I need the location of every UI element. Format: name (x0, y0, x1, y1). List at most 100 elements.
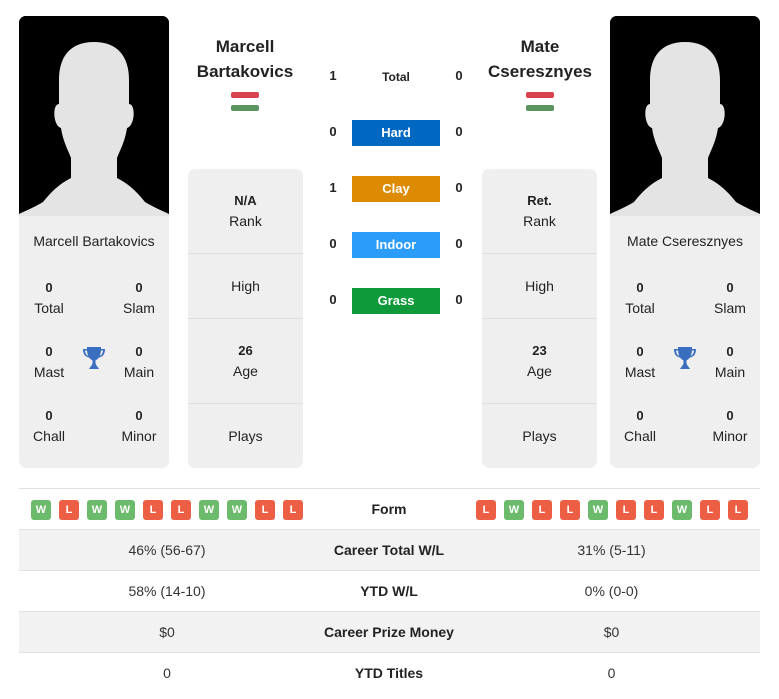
stat-value: 0 (135, 280, 143, 295)
player1-plays: Plays (188, 404, 303, 468)
player2-first-name: Mate (520, 37, 560, 56)
h2h-label-clay: Clay (352, 176, 440, 202)
player2-form-badge[interactable]: W (504, 500, 524, 520)
player1-titles-mast: 0 Mast (19, 342, 79, 382)
player1-titles-minor: 0 Minor (109, 406, 169, 446)
h2h-p1-indoor: 0 (329, 236, 337, 251)
player1-age: 26 Age (188, 319, 303, 404)
stat-label: Mast (624, 364, 656, 380)
silhouette-icon (610, 16, 760, 216)
career-wl-label: Career Total W/L (333, 542, 445, 558)
player2-form-badge[interactable]: L (616, 500, 636, 520)
player1-form-badge[interactable]: L (143, 500, 163, 520)
player2-card: Mate Cseresznyes 0 Total 0 Slam 0 Mast 0… (610, 16, 760, 468)
stat-label: Minor (121, 428, 157, 444)
player2-prize-money: $0 (603, 624, 620, 640)
player2-form-badge[interactable]: W (672, 500, 692, 520)
h2h-label-total: Total (382, 70, 410, 84)
player2-form-badge[interactable]: L (476, 500, 496, 520)
stat-label: Main (714, 364, 746, 380)
player1-titles-main: 0 Main (109, 342, 169, 382)
stat-label: Slam (714, 300, 746, 316)
stat-label: Chall (33, 428, 65, 444)
player1-card: Marcell Bartakovics 0 Total 0 Slam 0 Mas… (19, 16, 169, 468)
stat-value: 0 (135, 408, 143, 423)
h2h-p2-clay: 0 (455, 180, 463, 195)
stat-value: 0 (135, 344, 143, 359)
form-row: WLWWLLWWLL Form LWLLWLLWLL (19, 488, 760, 529)
player1-high: High (188, 254, 303, 319)
player1-form-badge[interactable]: L (283, 500, 303, 520)
stat-label: Mast (33, 364, 65, 380)
form-label: Form (371, 501, 407, 517)
player2-titles-mast: 0 Mast (610, 342, 670, 382)
h2h-label-hard: Hard (352, 120, 440, 146)
player2-ytd-wl: 0% (0-0) (584, 583, 639, 599)
info-label: Rank (229, 213, 262, 229)
info-label: Plays (522, 428, 557, 444)
info-value: Ret. (527, 193, 552, 208)
player2-form-badge[interactable]: W (588, 500, 608, 520)
stat-value: 0 (636, 280, 644, 295)
info-label: Plays (228, 428, 263, 444)
stat-label: Chall (624, 428, 656, 444)
player1-form-badge[interactable]: W (227, 500, 247, 520)
player2-titles-main: 0 Main (700, 342, 760, 382)
info-label: Age (527, 363, 552, 379)
stat-label: Slam (123, 300, 155, 316)
player1-form-badge[interactable]: W (87, 500, 107, 520)
stat-label: Main (123, 364, 155, 380)
player1-career-wl: 46% (56-67) (128, 542, 206, 558)
h2h-label-grass: Grass (352, 288, 440, 314)
stat-label: Total (625, 300, 655, 316)
player1-photo (19, 16, 169, 216)
stat-value: 0 (636, 408, 644, 423)
player2-form-badge[interactable]: L (560, 500, 580, 520)
player1-form-badge[interactable]: L (255, 500, 275, 520)
player1-rank: N/A Rank (188, 169, 303, 254)
player2-form-badge[interactable]: L (644, 500, 664, 520)
h2h-p1-clay: 1 (329, 180, 337, 195)
info-label: High (525, 278, 554, 294)
ytd-titles-label: YTD Titles (354, 665, 424, 681)
career-wl-row: 46% (56-67) Career Total W/L 31% (5-11) (19, 529, 760, 570)
h2h-p1-grass: 0 (329, 292, 337, 307)
stat-value: 0 (726, 344, 734, 359)
player2-form-badge[interactable]: L (700, 500, 720, 520)
stat-value: 0 (726, 408, 734, 423)
player1-form-badge[interactable]: W (31, 500, 51, 520)
player1-form-badge[interactable]: W (199, 500, 219, 520)
player2-high: High (482, 254, 597, 319)
player2-titles-total: 0 Total (610, 278, 670, 318)
player2-last-name: Cseresznyes (488, 62, 592, 81)
player1-ytd-wl: 58% (14-10) (128, 583, 206, 599)
player1-titles-chall: 0 Chall (19, 406, 79, 446)
player2-form-badge[interactable]: L (728, 500, 748, 520)
stat-value: 0 (45, 280, 53, 295)
player2-rank: Ret. Rank (482, 169, 597, 254)
h2h-p2-total: 0 (455, 68, 463, 83)
player2-age: 23 Age (482, 319, 597, 404)
info-label: Rank (523, 213, 556, 229)
player1-form-badge[interactable]: W (115, 500, 135, 520)
player1-name-link[interactable]: Marcell Bartakovics (170, 34, 320, 84)
player2-titles-minor: 0 Minor (700, 406, 760, 446)
info-label: Age (233, 363, 258, 379)
player1-first-name: Marcell (215, 37, 275, 56)
info-value: N/A (234, 193, 257, 208)
h2h-p2-grass: 0 (455, 292, 463, 307)
silhouette-icon (19, 16, 169, 216)
player1-form-badge[interactable]: L (171, 500, 191, 520)
player1-last-name: Bartakovics (196, 62, 294, 81)
ytd-wl-label: YTD W/L (360, 583, 418, 599)
h2h-p2-hard: 0 (455, 124, 463, 139)
stat-value: 0 (726, 280, 734, 295)
player2-name-link[interactable]: Mate Cseresznyes (465, 34, 615, 84)
player2-form-badge[interactable]: L (532, 500, 552, 520)
player1-form-badge[interactable]: L (59, 500, 79, 520)
h2h-label-indoor: Indoor (352, 232, 440, 258)
info-label: High (231, 278, 260, 294)
player2-plays: Plays (482, 404, 597, 468)
player1-card-name: Marcell Bartakovics (33, 233, 155, 249)
ytd-wl-row: 58% (14-10) YTD W/L 0% (0-0) (19, 570, 760, 611)
